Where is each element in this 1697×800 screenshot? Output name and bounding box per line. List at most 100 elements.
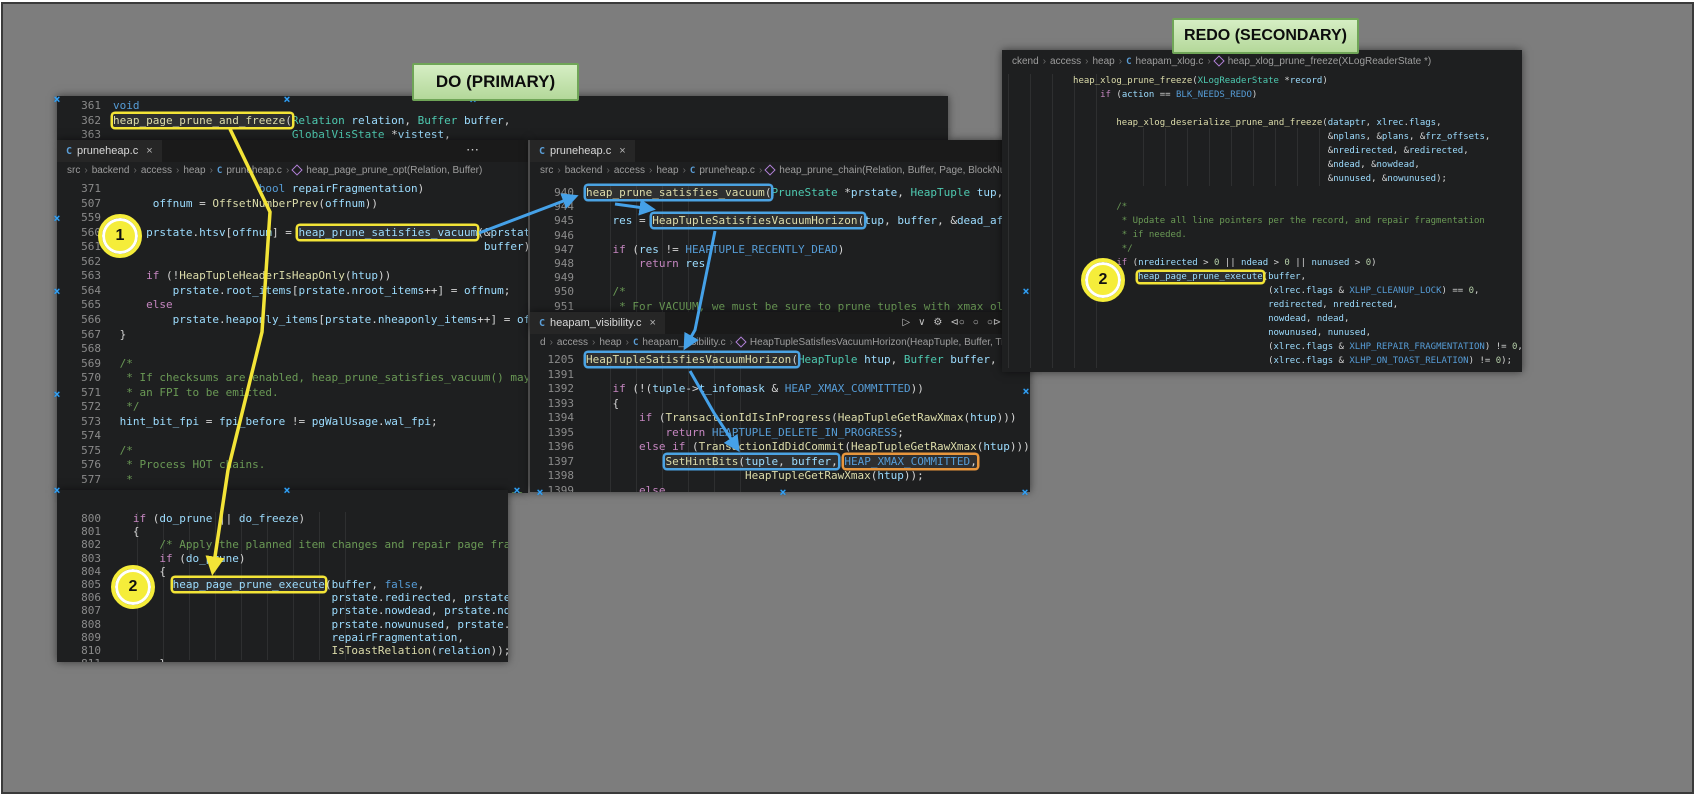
breadcrumb-item[interactable]: ckend — [1012, 56, 1039, 67]
breadcrumb-item[interactable]: heap — [656, 165, 678, 176]
code-text: repairFragmentation, — [113, 631, 464, 644]
line-number: 806 — [57, 591, 113, 604]
code-line: 564 prstate.root_items[prstate.nroot_ite… — [57, 284, 528, 299]
code-text: heap_xlog_deserialize_prune_and_freeze(d… — [1008, 118, 1442, 128]
code-line: &nredirected, &redirected, — [1002, 144, 1522, 158]
breadcrumb-item[interactable]: pruneheap.c — [226, 165, 282, 176]
code-line: (xlrec.flags & XLHP_ON_TOAST_RELATION) !… — [1002, 354, 1522, 368]
selection-handle[interactable]: × — [54, 94, 60, 106]
code-text: } — [113, 328, 126, 341]
selection-handle[interactable]: × — [1022, 487, 1028, 499]
selection-handle[interactable]: × — [54, 286, 60, 298]
selection-handle[interactable]: × — [514, 485, 520, 497]
code-line: if (nredirected > 0 || ndead > 0 || nunu… — [1002, 256, 1522, 270]
breadcrumb-item[interactable]: access — [557, 337, 588, 348]
run-or-debug-icon[interactable]: ▷ — [902, 312, 910, 334]
symbol-method-icon — [1213, 55, 1224, 66]
close-icon[interactable]: × — [146, 145, 152, 157]
breadcrumb-item[interactable]: heap — [1093, 56, 1115, 67]
code-text: prstate.nowunused, prstate.nunuse — [113, 618, 508, 631]
code-text: IsToastRelation(relation)); — [113, 644, 508, 657]
close-icon[interactable]: × — [650, 317, 656, 329]
line-number: 571 — [57, 386, 113, 401]
selection-handle[interactable]: × — [284, 94, 290, 106]
line-number: 569 — [57, 357, 113, 372]
breadcrumb-item[interactable]: backend — [565, 165, 603, 176]
code-line: redirected, nredirected, — [1002, 298, 1522, 312]
breadcrumb-separator: › — [1207, 56, 1210, 67]
breadcrumb-item[interactable]: heap — [183, 165, 205, 176]
breadcrumb-item[interactable]: d — [540, 337, 546, 348]
selection-handle[interactable]: × — [1023, 286, 1029, 298]
code-line: 1393 { — [530, 397, 1030, 412]
code-text: &nplans, &plans, &frz_offsets, — [1008, 132, 1490, 142]
line-number: 363 — [57, 128, 113, 140]
line-number: 570 — [57, 371, 113, 386]
chevron-down-icon[interactable]: ∨ — [918, 312, 925, 334]
selection-handle[interactable]: × — [1023, 386, 1029, 398]
highlight-box-blue: heap_prune_satisfies_vacuum( — [586, 186, 771, 199]
code-line: 577 * — [57, 473, 528, 488]
code-line: 947 if (res != HEAPTUPLE_RECENTLY_DEAD) — [530, 243, 1028, 257]
breadcrumb-item[interactable]: heap — [599, 337, 621, 348]
breadcrumb-item[interactable]: heap_page_prune_opt(Relation, Buffer) — [306, 165, 482, 176]
code-text: else — [113, 298, 173, 311]
code-line: 946 — [530, 229, 1028, 243]
breadcrumb-item[interactable]: heap_xlog_prune_freeze(XLogReaderState *… — [1228, 56, 1431, 67]
code-text: * an FPI to be emitted. — [113, 386, 279, 399]
step-marker-2: 2 — [1085, 262, 1121, 298]
breadcrumb: src›backend›access›heap›Cpruneheap.c›hea… — [57, 162, 528, 179]
code-text: */ — [1008, 244, 1133, 254]
code-text: void — [113, 99, 140, 112]
tab-heapam_visibility.c[interactable]: Cheapam_visibility.c× — [530, 312, 665, 334]
code-line: 572 */ — [57, 400, 528, 415]
breadcrumb-separator: › — [1119, 56, 1122, 67]
line-number: 1205 — [530, 353, 586, 368]
close-icon[interactable]: × — [619, 145, 625, 157]
breadcrumb-item[interactable]: heapam_visibility.c — [642, 337, 725, 348]
breadcrumb-item[interactable]: access — [1050, 56, 1081, 67]
code-line: * Update all line pointers per the recor… — [1002, 214, 1522, 228]
selection-handle[interactable]: × — [54, 485, 60, 497]
breadcrumb-item[interactable]: backend — [92, 165, 130, 176]
settings-gear-icon[interactable]: ⚙ — [933, 312, 942, 334]
code-line: /* — [1002, 200, 1522, 214]
c-file-icon: C — [690, 166, 695, 176]
highlight-box-blue: HeapTupleSatisfiesVacuumHorizon( — [586, 353, 798, 366]
tab-pruneheap.c[interactable]: Cpruneheap.c× — [57, 140, 162, 162]
selection-handle[interactable]: × — [54, 389, 60, 401]
breadcrumb-item[interactable]: heap_prune_chain(Relation, Buffer, Page,… — [779, 165, 1025, 176]
code-line: 1395 return HEAPTUPLE_DELETE_IN_PROGRESS… — [530, 426, 1030, 441]
breadcrumb-item[interactable]: access — [614, 165, 645, 176]
previous-change-icon[interactable]: ⊲○ — [950, 312, 964, 334]
selection-handle[interactable]: × — [537, 487, 543, 499]
breadcrumb-item[interactable]: pruneheap.c — [699, 165, 755, 176]
code-text: { — [586, 397, 619, 410]
breadcrumb-item[interactable]: src — [67, 165, 80, 176]
code-text: if (!(tuple->t_infomask & HEAP_XMAX_COMM… — [586, 382, 924, 395]
code-text: return HEAPTUPLE_DELETE_IN_PROGRESS; — [586, 426, 904, 439]
selection-handle[interactable]: × — [54, 213, 60, 225]
selection-handle[interactable]: × — [780, 487, 786, 499]
breadcrumb-item[interactable]: src — [540, 165, 553, 176]
symbol-method-icon — [765, 164, 776, 175]
next-change-icon[interactable]: ○⊳ — [987, 312, 1001, 334]
tab-bar: Cpruneheap.c× — [530, 140, 1028, 163]
code-text: * Process HOT chains. — [113, 458, 265, 471]
code-text: bool repairFragmentation) — [113, 182, 424, 195]
code-line: 571 * an FPI to be emitted. — [57, 386, 528, 401]
more-actions-icon[interactable]: ⋯ — [466, 140, 480, 162]
current-change-icon[interactable]: ○ — [973, 312, 979, 334]
breadcrumb-item[interactable]: HeapTupleSatisfiesVacuumHorizon(HeapTupl… — [750, 337, 1021, 348]
breadcrumb-item[interactable]: heapam_xlog.c — [1136, 56, 1204, 67]
breadcrumb-separator: › — [134, 165, 137, 176]
selection-handle[interactable]: × — [284, 485, 290, 497]
breadcrumb-separator: › — [626, 337, 629, 348]
tab-bar: Cpruneheap.c× ⋯ — [57, 140, 528, 163]
tab-pruneheap.c[interactable]: Cpruneheap.c× — [530, 140, 635, 162]
breadcrumb-item[interactable]: access — [141, 165, 172, 176]
code-text: /* — [586, 285, 626, 298]
code-line: 1398 HeapTupleGetRawXmax(htup)); — [530, 469, 1030, 484]
line-number: 947 — [530, 243, 586, 257]
code-line: (xlrec.flags & XLHP_CLEANUP_LOCK) == 0, — [1002, 284, 1522, 298]
